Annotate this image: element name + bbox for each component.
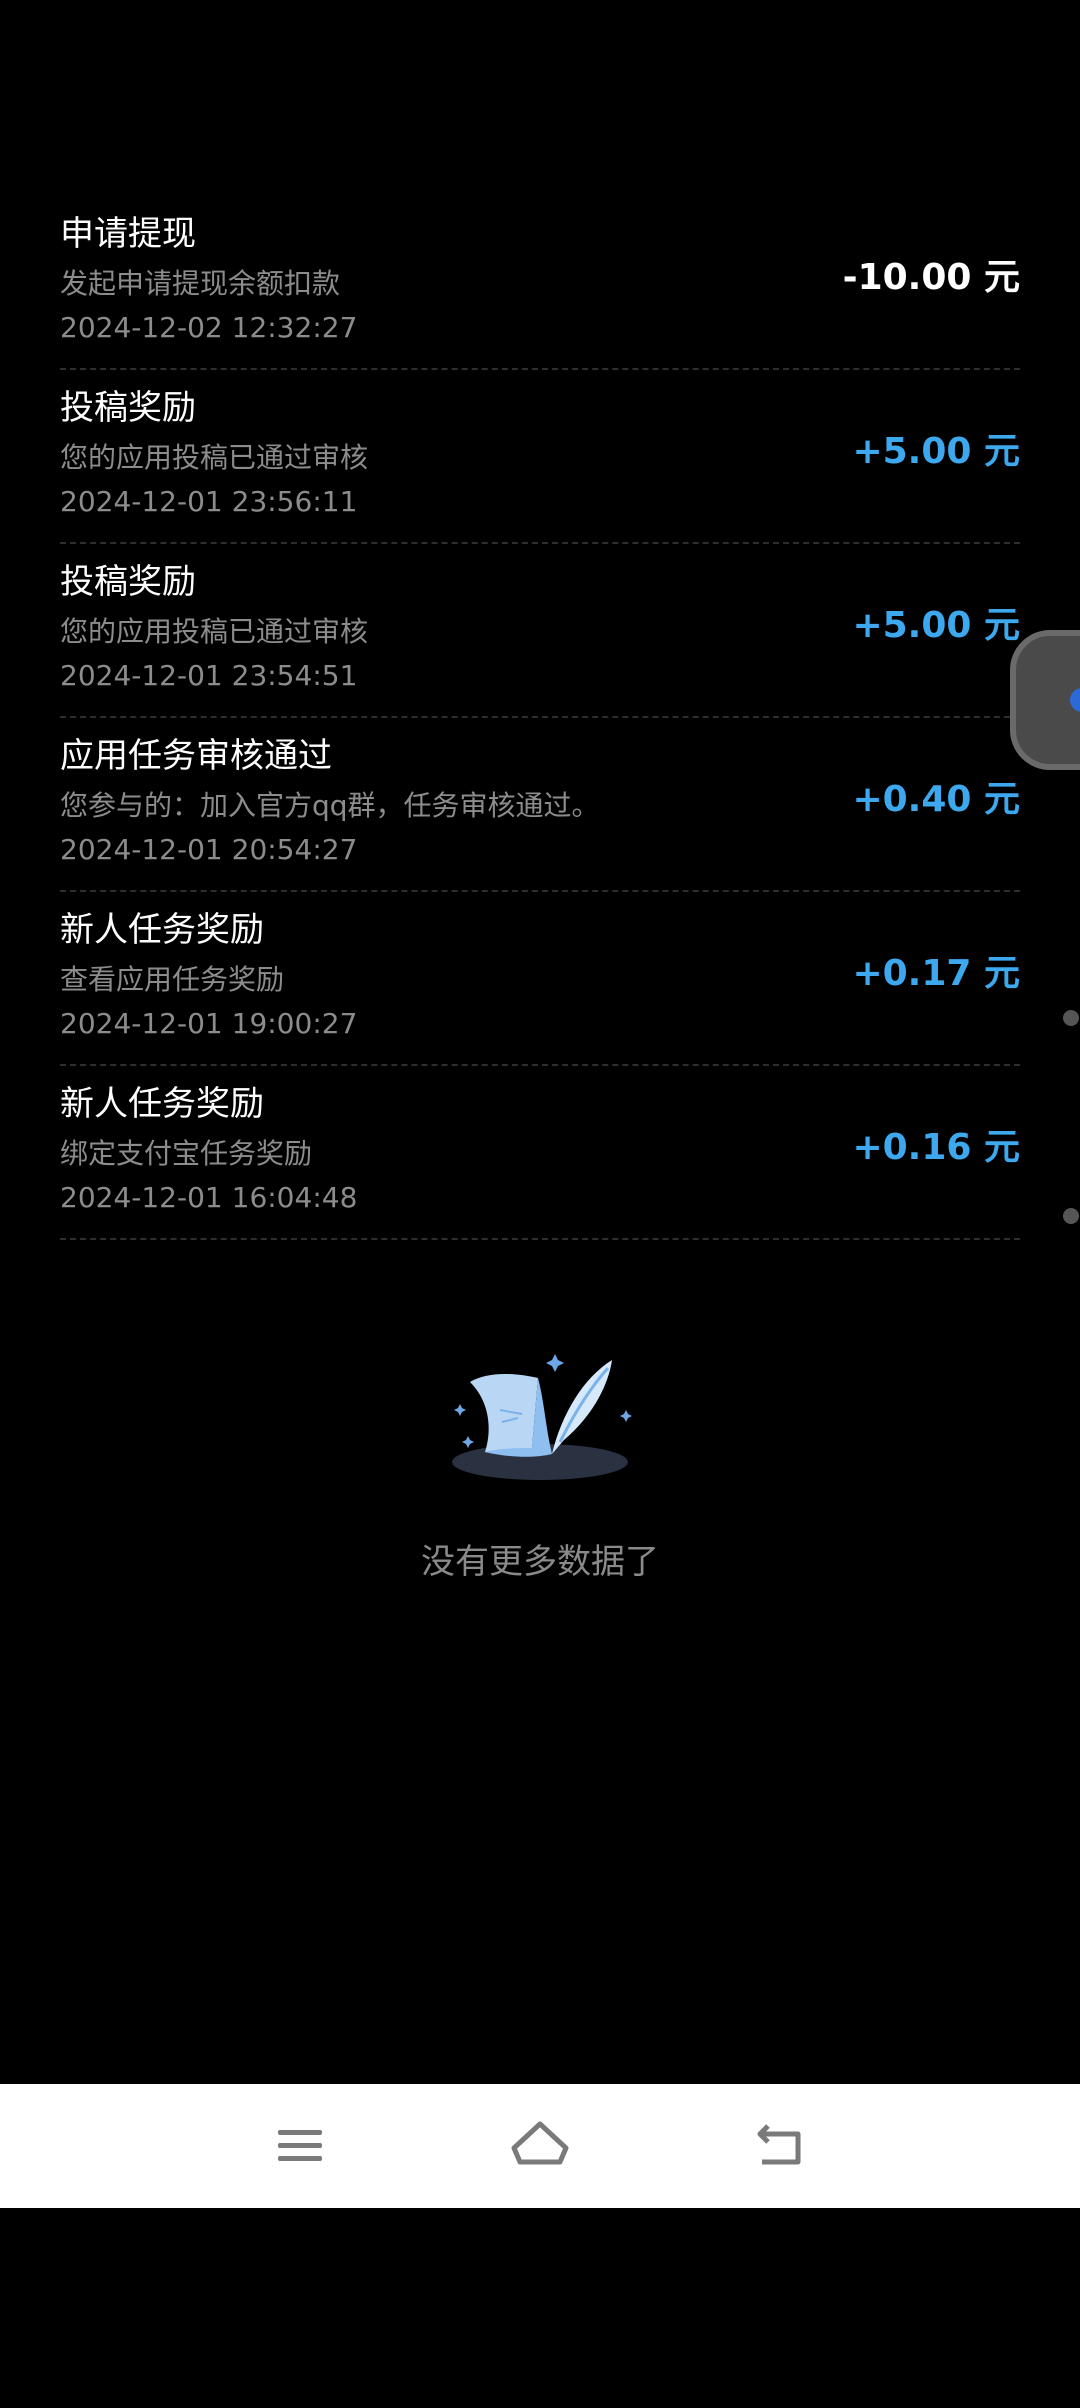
item-title: 新人任务奖励 bbox=[60, 910, 264, 950]
item-timestamp: 2024-12-01 23:54:51 bbox=[60, 659, 358, 692]
list-item[interactable]: 新人任务奖励 查看应用任务奖励 2024-12-01 19:00:27 +0.1… bbox=[60, 892, 1020, 1066]
list-item[interactable]: 应用任务审核通过 您参与的：加入官方qq群，任务审核通过。 2024-12-01… bbox=[60, 718, 1020, 892]
item-title: 申请提现 bbox=[60, 214, 196, 254]
item-title: 应用任务审核通过 bbox=[60, 736, 332, 776]
item-amount: -10.00 元 bbox=[842, 257, 1020, 298]
home-icon[interactable] bbox=[500, 2106, 580, 2186]
item-description: 绑定支付宝任务奖励 bbox=[60, 1137, 313, 1170]
side-indicator-dot bbox=[1063, 1208, 1079, 1224]
item-amount: +5.00 元 bbox=[852, 431, 1020, 472]
list-item[interactable]: 申请提现 发起申请提现余额扣款 2024-12-02 12:32:27 -10.… bbox=[60, 196, 1020, 370]
item-timestamp: 2024-12-01 19:00:27 bbox=[60, 1007, 358, 1040]
side-indicator-dot bbox=[1063, 1010, 1079, 1026]
item-timestamp: 2024-12-01 16:04:48 bbox=[60, 1181, 358, 1214]
item-description: 发起申请提现余额扣款 bbox=[60, 267, 341, 300]
item-amount: +0.16 元 bbox=[852, 1127, 1020, 1168]
empty-state-text: 没有更多数据了 bbox=[421, 1542, 659, 1582]
item-description: 您的应用投稿已通过审核 bbox=[60, 441, 369, 474]
transaction-list: 申请提现 发起申请提现余额扣款 2024-12-02 12:32:27 -10.… bbox=[60, 196, 1020, 1240]
back-icon[interactable] bbox=[740, 2106, 820, 2186]
floating-ball-dot bbox=[1070, 688, 1080, 712]
item-amount: +5.00 元 bbox=[852, 605, 1020, 646]
list-item[interactable]: 投稿奖励 您的应用投稿已通过审核 2024-12-01 23:56:11 +5.… bbox=[60, 370, 1020, 544]
item-timestamp: 2024-12-02 12:32:27 bbox=[60, 311, 358, 344]
item-title: 投稿奖励 bbox=[60, 388, 196, 428]
item-amount: +0.17 元 bbox=[852, 953, 1020, 994]
menu-icon[interactable] bbox=[260, 2106, 340, 2186]
item-amount: +0.40 元 bbox=[852, 779, 1020, 820]
list-item[interactable]: 新人任务奖励 绑定支付宝任务奖励 2024-12-01 16:04:48 +0.… bbox=[60, 1066, 1020, 1240]
scroll-quill-icon bbox=[452, 1354, 632, 1480]
list-item[interactable]: 投稿奖励 您的应用投稿已通过审核 2024-12-01 23:54:51 +5.… bbox=[60, 544, 1020, 718]
item-description: 您参与的：加入官方qq群，任务审核通过。 bbox=[60, 789, 600, 822]
item-title: 新人任务奖励 bbox=[60, 1084, 264, 1124]
item-description: 您的应用投稿已通过审核 bbox=[60, 615, 369, 648]
system-navigation-bar bbox=[0, 2084, 1080, 2208]
item-description: 查看应用任务奖励 bbox=[60, 963, 285, 996]
floating-ball[interactable] bbox=[1010, 630, 1080, 770]
item-title: 投稿奖励 bbox=[60, 562, 196, 602]
item-timestamp: 2024-12-01 23:56:11 bbox=[60, 485, 358, 518]
item-timestamp: 2024-12-01 20:54:27 bbox=[60, 833, 358, 866]
